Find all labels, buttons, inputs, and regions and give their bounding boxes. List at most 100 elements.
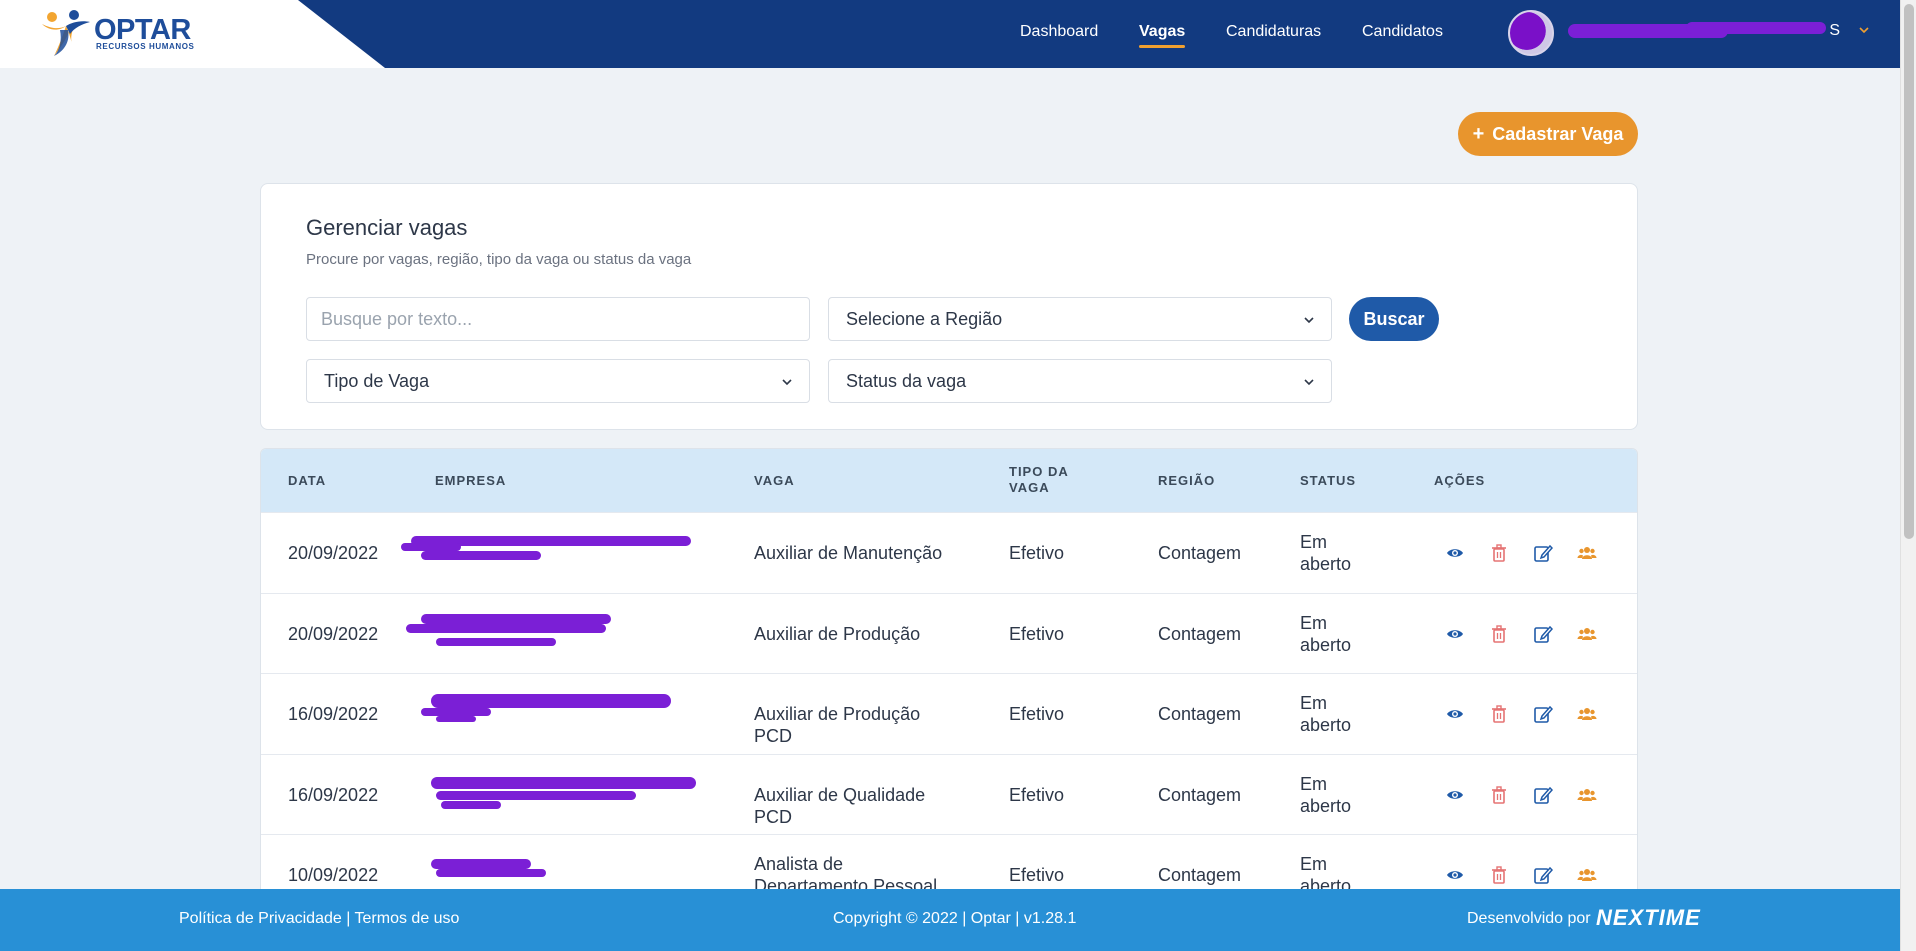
candidates-icon[interactable] <box>1577 704 1597 724</box>
cell-region: Contagem <box>1158 704 1242 724</box>
cell-company-redacted <box>261 513 731 591</box>
redacted-mark <box>431 777 696 789</box>
cell-vacancy: Auxiliar de Produção <box>754 624 921 644</box>
cell-region: Contagem <box>1158 624 1242 644</box>
delete-icon[interactable] <box>1489 785 1509 805</box>
table-row[interactable]: 20/09/2022 Auxiliar de Produção Efetivo Con… <box>261 593 1637 673</box>
delete-icon[interactable] <box>1489 624 1509 644</box>
column-header-actions: AÇÕES <box>1434 473 1486 488</box>
cell-type: Efetivo <box>1009 704 1065 724</box>
column-header-date: DATA <box>288 473 327 488</box>
redacted-mark <box>436 716 476 722</box>
nextime-logo[interactable]: NEXTIME <box>1596 905 1701 931</box>
region-select[interactable]: Selecione a Região <box>828 297 1332 341</box>
table-row[interactable]: 16/09/2022 Auxiliar de Produção PCD Efetiv… <box>261 673 1637 753</box>
table-header: DATA EMPRESA VAGA TIPO DA VAGA REGIÃO ST… <box>261 449 1637 512</box>
redacted-mark <box>431 859 531 869</box>
column-header-region: REGIÃO <box>1158 473 1216 488</box>
brand-tagline: RECURSOS HUMANOS <box>96 42 195 51</box>
nav-candidaturas[interactable]: Candidaturas <box>1226 23 1321 41</box>
redacted-mark <box>436 869 546 877</box>
edit-icon[interactable] <box>1533 785 1554 805</box>
user-avatar[interactable] <box>1508 10 1554 56</box>
cell-region: Contagem <box>1158 543 1242 563</box>
delete-icon[interactable] <box>1489 704 1509 724</box>
cell-company-redacted <box>261 755 731 833</box>
plus-icon: + <box>1472 122 1485 145</box>
scrollbar-thumb[interactable] <box>1904 4 1914 539</box>
chevron-down-icon <box>1304 379 1314 386</box>
table-row[interactable]: 10/09/2022 Analista de Departamento Pesso… <box>261 834 1637 890</box>
cell-type: Efetivo <box>1009 785 1065 805</box>
filter-subtitle: Procure por vagas, região, tipo da vaga … <box>306 251 692 268</box>
jobs-table: DATA EMPRESA VAGA TIPO DA VAGA REGIÃO ST… <box>260 448 1638 890</box>
cell-type: Efetivo <box>1009 543 1065 563</box>
edit-icon[interactable] <box>1533 865 1554 885</box>
cell-region: Contagem <box>1158 865 1242 885</box>
view-icon[interactable] <box>1445 704 1465 724</box>
chevron-down-icon[interactable] <box>1858 24 1870 36</box>
search-input[interactable]: Busque por texto... <box>306 297 810 341</box>
view-icon[interactable] <box>1445 543 1465 563</box>
redacted-mark <box>441 801 501 809</box>
redacted-mark <box>431 694 671 708</box>
status-select[interactable]: Status da vaga <box>828 359 1332 403</box>
view-icon[interactable] <box>1445 785 1465 805</box>
add-job-button[interactable]: + Cadastrar Vaga <box>1458 112 1638 156</box>
candidates-icon[interactable] <box>1577 543 1597 563</box>
nav-dashboard[interactable]: Dashboard <box>1020 23 1098 41</box>
status-select-value: Status da vaga <box>846 370 967 391</box>
add-job-label: Cadastrar Vaga <box>1492 123 1624 144</box>
candidates-icon[interactable] <box>1577 785 1597 805</box>
job-type-select-value: Tipo de Vaga <box>324 370 430 391</box>
cell-type: Efetivo <box>1009 624 1065 644</box>
cell-company-redacted <box>261 674 731 752</box>
chevron-down-icon <box>1304 317 1314 324</box>
redacted-mark <box>406 624 606 633</box>
region-select-value: Selecione a Região <box>846 308 1003 329</box>
cell-status: Em aberto <box>1300 613 1352 655</box>
page-scrollbar[interactable] <box>1900 0 1916 951</box>
redacted-mark <box>421 551 541 560</box>
cell-company-redacted <box>261 835 731 889</box>
redacted-mark <box>401 543 461 551</box>
view-icon[interactable] <box>1445 624 1465 644</box>
user-name-suffix: S <box>1829 22 1840 39</box>
optar-logo-icon[interactable] <box>40 8 92 58</box>
redacted-mark <box>421 614 611 624</box>
redacted-mark <box>436 791 636 800</box>
cell-vacancy: Auxiliar de Qualidade PCD <box>754 785 926 827</box>
redacted-mark <box>1686 22 1826 34</box>
column-header-status: STATUS <box>1300 473 1357 488</box>
cell-vacancy: Auxiliar de Produção PCD <box>754 704 921 746</box>
candidates-icon[interactable] <box>1577 624 1597 644</box>
edit-icon[interactable] <box>1533 704 1554 724</box>
search-button[interactable]: Buscar <box>1349 297 1439 341</box>
table-row[interactable]: 16/09/2022 Auxiliar de Qualidade PCD Efeti… <box>261 754 1637 834</box>
column-header-company: EMPRESA <box>435 473 507 488</box>
filter-card: Gerenciar vagas Procure por vagas, regiã… <box>260 183 1638 430</box>
cell-status: Em aberto <box>1300 693 1352 735</box>
nav-candidatos[interactable]: Candidatos <box>1362 23 1443 41</box>
delete-icon[interactable] <box>1489 865 1509 885</box>
redacted-mark <box>421 708 491 716</box>
cell-type: Efetivo <box>1009 865 1065 885</box>
cell-status: Em aberto <box>1300 532 1352 574</box>
edit-icon[interactable] <box>1533 624 1554 644</box>
cell-status: Em aberto <box>1300 854 1352 890</box>
delete-icon[interactable] <box>1489 543 1509 563</box>
footer-copyright: Copyright © 2022 | Optar | v1.28.1 <box>833 910 1077 927</box>
footer-legal-links[interactable]: Política de Privacidade | Termos de uso <box>179 910 459 928</box>
view-icon[interactable] <box>1445 865 1465 885</box>
column-header-vacancy: VAGA <box>754 473 795 488</box>
user-name[interactable]: S <box>1566 22 1842 42</box>
table-row[interactable]: 20/09/2022 Auxiliar de Manutenção Efetivo C… <box>261 512 1637 592</box>
candidates-icon[interactable] <box>1577 865 1597 885</box>
nav-vagas[interactable]: Vagas <box>1139 23 1186 48</box>
cell-vacancy: Auxiliar de Manutenção <box>754 543 943 563</box>
edit-icon[interactable] <box>1533 543 1554 563</box>
job-type-select[interactable]: Tipo de Vaga <box>306 359 810 403</box>
cell-region: Contagem <box>1158 785 1242 805</box>
redacted-mark <box>436 638 556 646</box>
logo-area: OPTAR RECURSOS HUMANOS <box>0 0 385 68</box>
